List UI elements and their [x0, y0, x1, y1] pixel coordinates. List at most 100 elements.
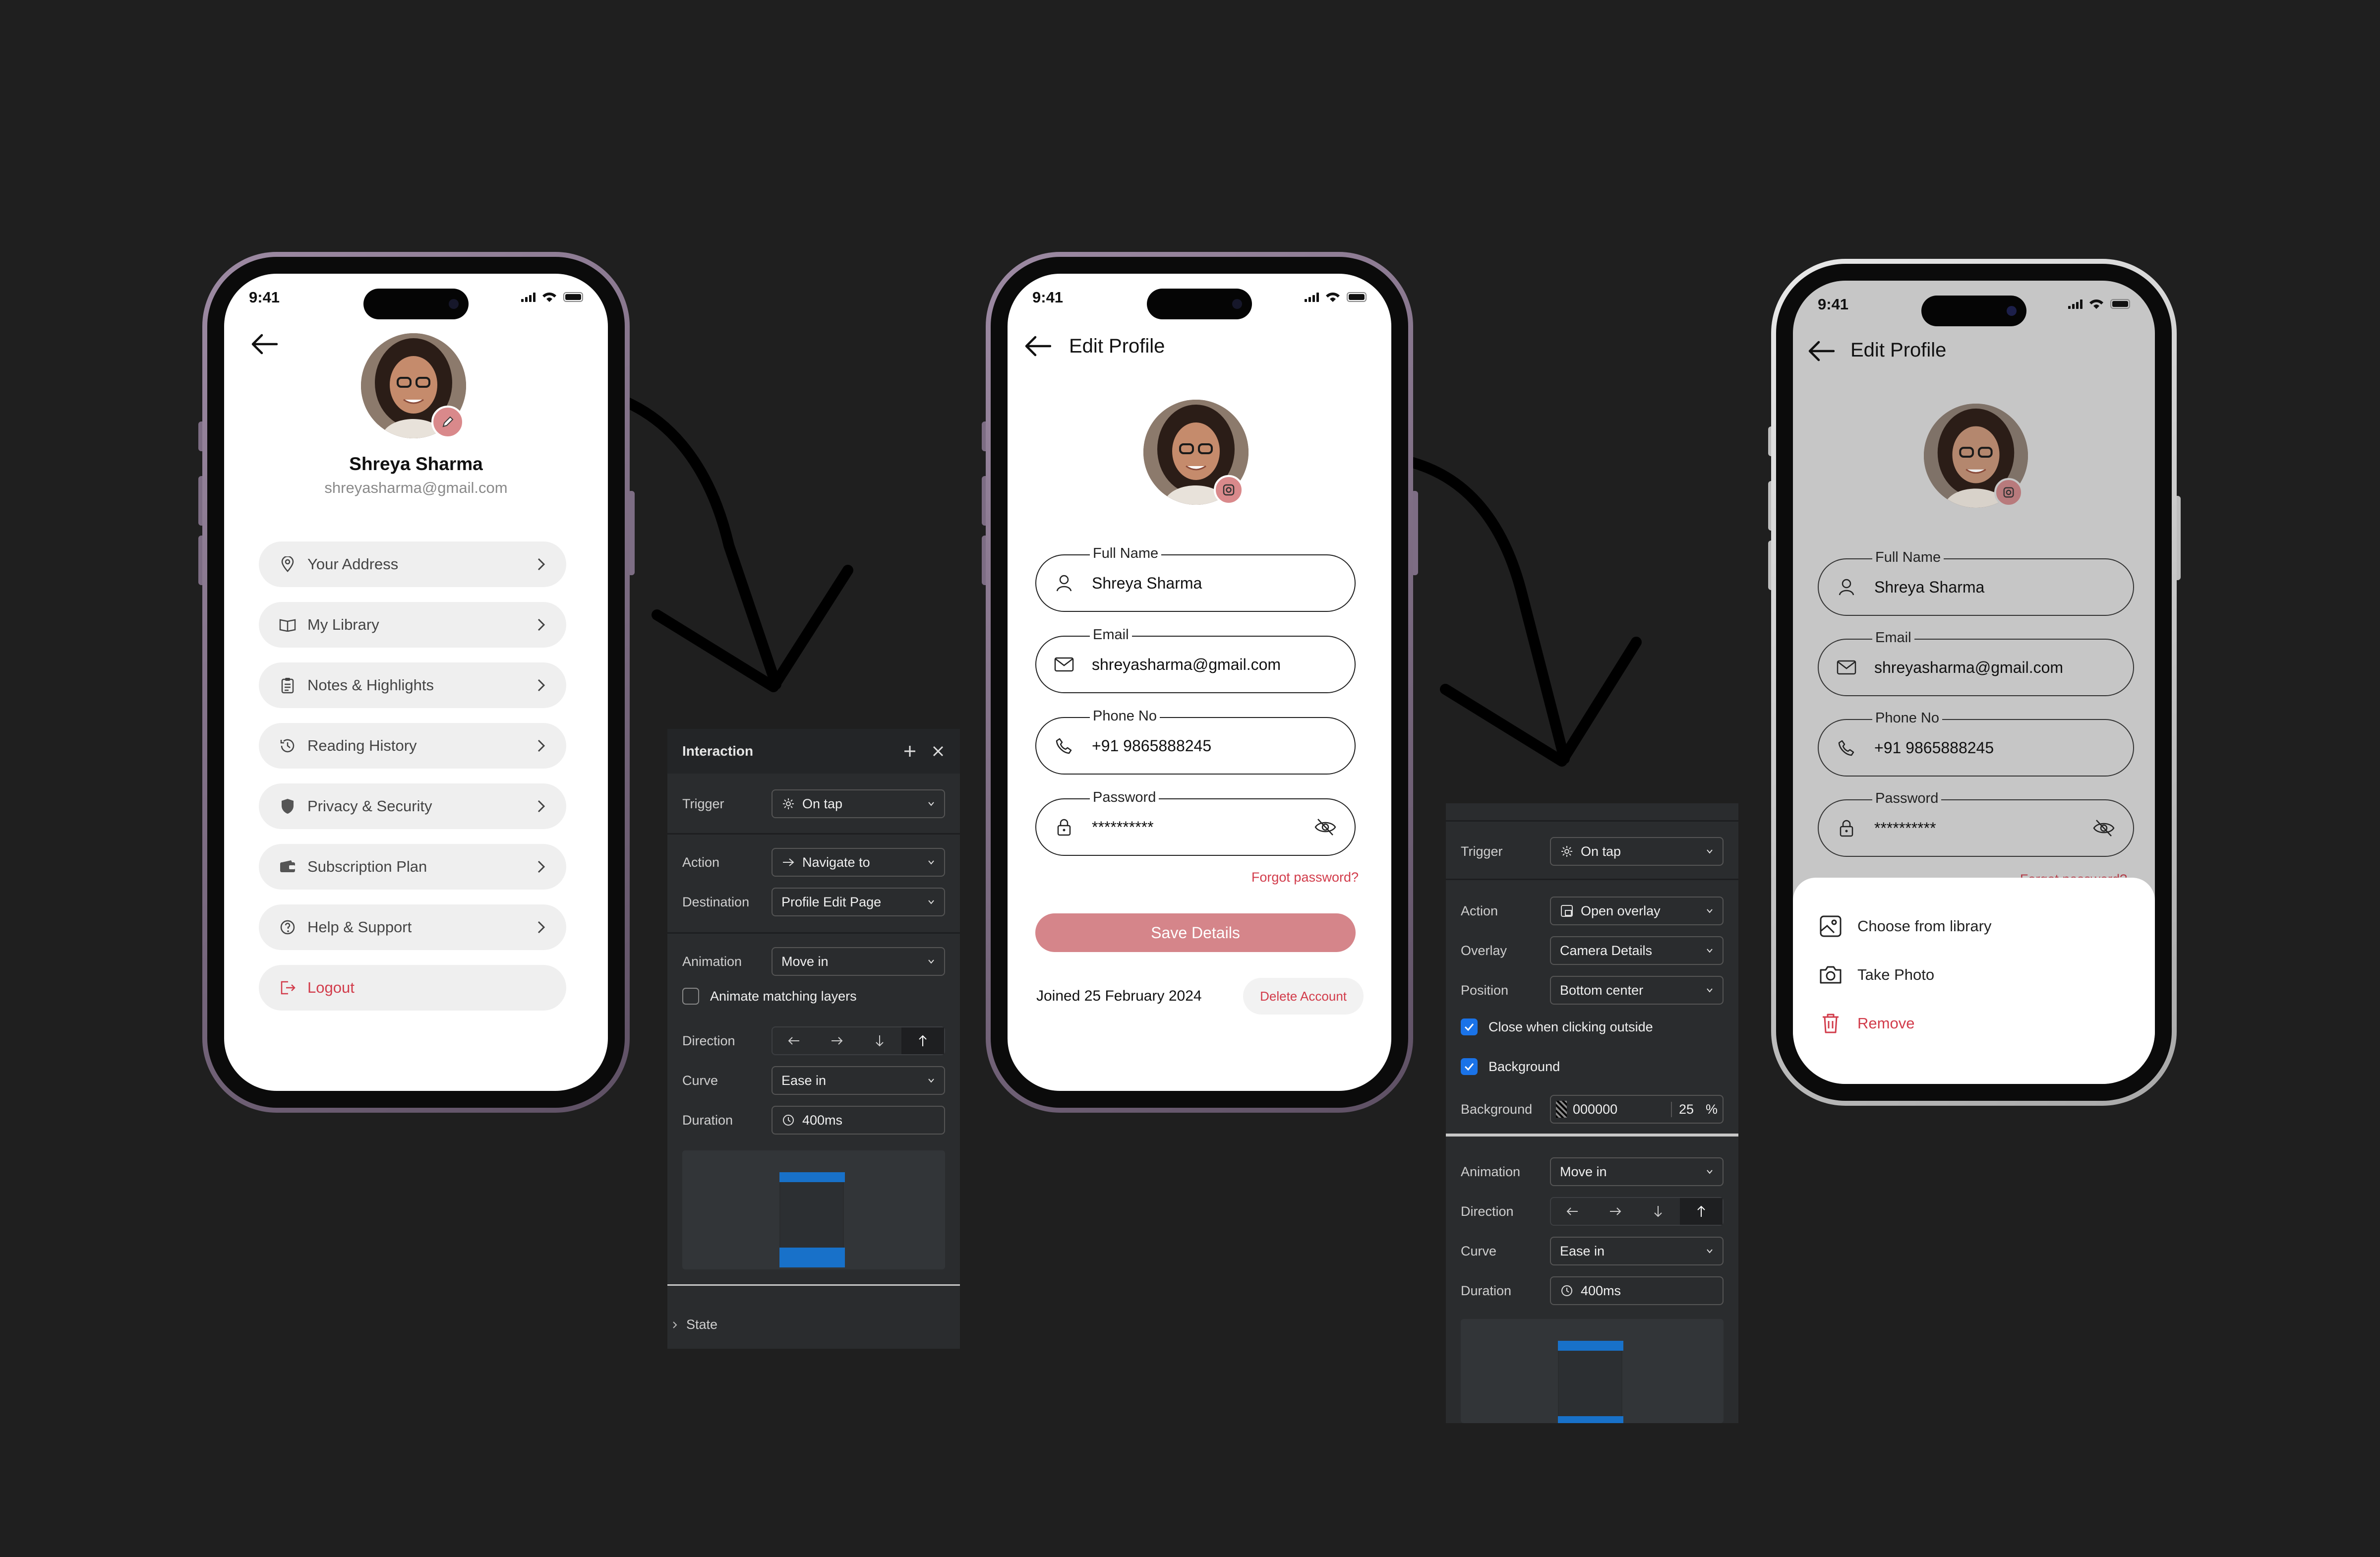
remove-photo-option[interactable]: Remove: [1818, 1011, 1914, 1036]
position-select[interactable]: Bottom center: [1550, 976, 1724, 1005]
close-outside-checkbox[interactable]: Close when clicking outside: [1461, 1018, 1653, 1035]
action-select[interactable]: Open overlay: [1550, 897, 1724, 925]
menu-item-reading-history[interactable]: Reading History: [259, 723, 566, 769]
menu-label: Reading History: [307, 737, 417, 754]
arrow-right-icon[interactable]: [1594, 1198, 1637, 1225]
choose-from-library-option[interactable]: Choose from library: [1818, 913, 1991, 939]
overlay-select[interactable]: Camera Details: [1550, 936, 1724, 965]
trigger-value: On tap: [1581, 843, 1621, 859]
animation-select[interactable]: Move in: [1550, 1157, 1724, 1186]
profile-name: Shreya Sharma: [349, 454, 483, 474]
plus-icon[interactable]: [902, 744, 917, 759]
menu-item-my-library[interactable]: My Library: [259, 602, 566, 648]
direction-label: Direction: [682, 1033, 735, 1048]
duration-row: Duration 400ms: [682, 1106, 945, 1135]
status-icons: [2068, 299, 2130, 309]
option-label: Take Photo: [1857, 966, 1935, 983]
background-color-input[interactable]: 000000 25 %: [1550, 1095, 1724, 1124]
phone-field[interactable]: Phone No +91 9865888245: [1818, 710, 2134, 777]
arrow-left-icon[interactable]: [1551, 1198, 1594, 1225]
email-field[interactable]: Email shreyasharma@gmail.com: [1818, 630, 2134, 696]
back-arrow-icon[interactable]: [250, 333, 278, 355]
arrow-up-icon[interactable]: [901, 1027, 944, 1054]
wifi-icon: [2089, 299, 2103, 309]
phone-field[interactable]: Phone No +91 9865888245: [1035, 708, 1356, 775]
state-label: State: [686, 1317, 718, 1332]
animation-preview: [682, 1150, 945, 1269]
arrow-right-icon: [781, 855, 795, 869]
logout-button[interactable]: Logout: [259, 965, 566, 1011]
menu-item-subscription-plan[interactable]: Subscription Plan: [259, 844, 566, 890]
curve-select[interactable]: Ease in: [1550, 1237, 1724, 1265]
arrow-down-icon[interactable]: [858, 1027, 901, 1054]
email-field[interactable]: Email shreyasharma@gmail.com: [1035, 627, 1356, 693]
chevron-down-icon: [1707, 949, 1713, 953]
menu-label: Subscription Plan: [307, 858, 427, 875]
close-icon[interactable]: [931, 744, 945, 758]
change-photo-button[interactable]: [1994, 478, 2023, 507]
field-label: Full Name: [1090, 545, 1162, 562]
animation-row: Animation Move in: [682, 947, 945, 976]
duration-input[interactable]: 400ms: [1550, 1276, 1724, 1305]
background-opacity[interactable]: 25: [1670, 1101, 1701, 1117]
state-row[interactable]: State: [671, 1317, 945, 1332]
trigger-select[interactable]: On tap: [772, 789, 945, 818]
duration-value: 400ms: [1581, 1283, 1621, 1298]
book-icon: [279, 616, 297, 634]
edit-photo-button[interactable]: [431, 406, 464, 438]
animation-label: Animation: [682, 954, 742, 969]
battery-icon: [563, 292, 583, 302]
camera-icon: [2003, 487, 2014, 498]
menu-label: Notes & Highlights: [307, 676, 434, 694]
option-label: Remove: [1857, 1015, 1915, 1032]
take-photo-option[interactable]: Take Photo: [1818, 962, 1934, 988]
field-label: Password: [1090, 789, 1159, 806]
menu-label: My Library: [307, 616, 379, 633]
chevron-right-icon: [673, 1321, 677, 1328]
chevron-down-icon: [1707, 909, 1713, 913]
forgot-password-link[interactable]: Forgot password?: [1251, 870, 1359, 885]
action-select[interactable]: Navigate to: [772, 848, 945, 877]
curve-select[interactable]: Ease in: [772, 1066, 945, 1095]
save-details-button[interactable]: Save Details: [1035, 913, 1356, 952]
field-label: Phone No: [1872, 710, 1942, 726]
check-icon[interactable]: [1461, 1058, 1478, 1075]
eye-off-icon[interactable]: [1314, 817, 1337, 837]
field-value: **********: [1874, 819, 1936, 837]
arrow-left-icon[interactable]: [773, 1027, 816, 1054]
menu-item-privacy-security[interactable]: Privacy & Security: [259, 783, 566, 829]
password-field[interactable]: Password **********: [1818, 790, 2134, 857]
arrow-down-icon[interactable]: [1637, 1198, 1680, 1225]
change-photo-button[interactable]: [1214, 475, 1244, 505]
trigger-select[interactable]: On tap: [1550, 837, 1724, 866]
animate-matching-label: Animate matching layers: [710, 988, 857, 1004]
back-arrow-icon[interactable]: [1023, 335, 1051, 357]
checkbox-unchecked[interactable]: [682, 988, 699, 1005]
curve-label: Curve: [1461, 1243, 1497, 1258]
menu-item-help-support[interactable]: Help & Support: [259, 904, 566, 950]
background-checkbox[interactable]: Background: [1461, 1058, 1560, 1075]
profile-email: shreyasharma@gmail.com: [324, 479, 508, 496]
joined-date: Joined 25 February 2024: [1036, 988, 1202, 1004]
check-icon[interactable]: [1461, 1018, 1478, 1035]
direction-buttons: [772, 1026, 945, 1055]
destination-row: Destination Profile Edit Page: [682, 888, 945, 916]
action-label: Action: [1461, 903, 1498, 918]
animation-select[interactable]: Move in: [772, 947, 945, 976]
action-label: Action: [682, 854, 720, 870]
back-arrow-icon[interactable]: [1807, 340, 1835, 362]
menu-label: Help & Support: [307, 918, 412, 936]
menu-item-notes-highlights[interactable]: Notes & Highlights: [259, 662, 566, 708]
arrow-right-icon[interactable]: [816, 1027, 859, 1054]
delete-account-button[interactable]: Delete Account: [1243, 978, 1364, 1015]
arrow-up-icon[interactable]: [1679, 1198, 1723, 1225]
full-name-field[interactable]: Full Name Shreya Sharma: [1035, 545, 1356, 612]
eye-off-icon[interactable]: [2092, 818, 2115, 838]
destination-select[interactable]: Profile Edit Page: [772, 888, 945, 916]
duration-input[interactable]: 400ms: [772, 1106, 945, 1135]
menu-item-your-address[interactable]: Your Address: [259, 541, 566, 587]
full-name-field[interactable]: Full Name Shreya Sharma: [1818, 549, 2134, 616]
overlay-value: Camera Details: [1560, 943, 1653, 958]
animate-matching-checkbox[interactable]: Animate matching layers: [682, 988, 857, 1005]
password-field[interactable]: Password **********: [1035, 789, 1356, 856]
